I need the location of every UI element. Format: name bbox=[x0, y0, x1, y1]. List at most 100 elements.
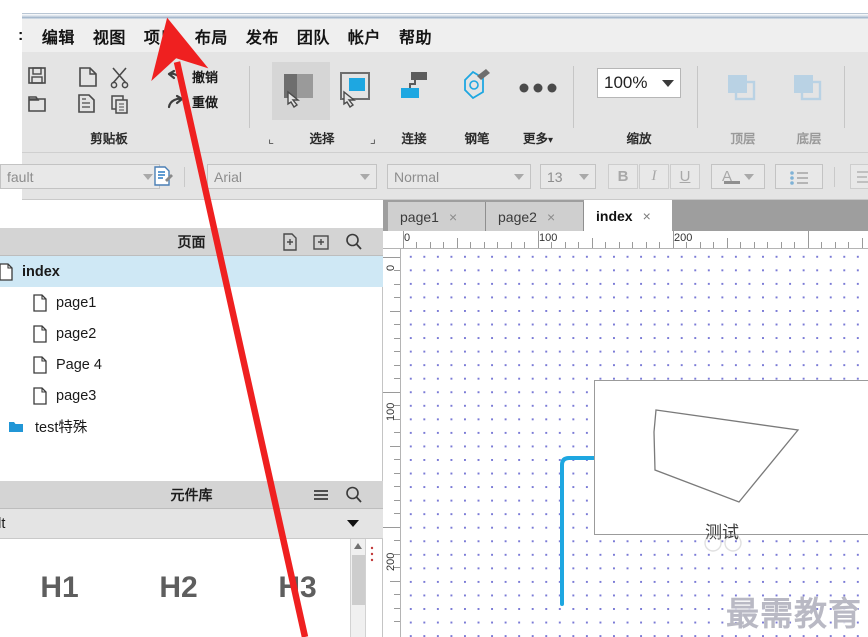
search-icon[interactable] bbox=[344, 485, 364, 505]
page-tree-item-page4[interactable]: Page 4 bbox=[0, 349, 383, 380]
font-size-select[interactable]: 13 bbox=[540, 164, 596, 189]
widget-panel-right-gutter bbox=[365, 539, 382, 637]
menu-help[interactable]: 帮助 bbox=[390, 21, 441, 51]
zoom-combobox[interactable]: 100% bbox=[597, 68, 681, 98]
chevron-down-icon[interactable] bbox=[662, 79, 674, 87]
bullet-list-button[interactable] bbox=[775, 164, 823, 189]
ribbon-separator-3 bbox=[697, 66, 698, 128]
add-page-icon[interactable] bbox=[280, 232, 300, 252]
widget-h1[interactable]: H1 bbox=[0, 571, 119, 605]
pen-icon[interactable] bbox=[462, 68, 494, 104]
scrollbar-thumb[interactable] bbox=[352, 555, 365, 605]
connect-group-label: 连接 bbox=[401, 132, 427, 146]
paste-options-icon[interactable] bbox=[77, 94, 101, 116]
ribbon-group-pen: 钢笔 bbox=[446, 52, 508, 153]
ribbon-separator-4 bbox=[844, 66, 845, 128]
menu-layout[interactable]: 布局 bbox=[186, 21, 237, 51]
menu-edit[interactable]: 编辑 bbox=[33, 21, 84, 51]
ribbon-group-back: 底层 bbox=[776, 52, 842, 153]
font-family-select[interactable]: Arial bbox=[207, 164, 377, 189]
page-tree-item-index[interactable]: index bbox=[0, 256, 383, 287]
select-tool-button[interactable] bbox=[272, 62, 330, 120]
font-color-button[interactable]: A bbox=[711, 164, 765, 189]
canvas-tab-index[interactable]: index × bbox=[584, 200, 672, 231]
copy-icon[interactable] bbox=[110, 94, 132, 116]
ribbon-group-connect: 连接 bbox=[380, 52, 448, 153]
watermark: 最需教育 bbox=[726, 594, 862, 633]
menu-publish[interactable]: 发布 bbox=[237, 21, 288, 51]
more-dots-icon[interactable] bbox=[517, 82, 559, 94]
menu-team[interactable]: 团队 bbox=[288, 21, 339, 51]
chevron-down-icon[interactable] bbox=[360, 173, 370, 180]
chevron-down-icon[interactable] bbox=[514, 173, 524, 180]
send-to-back-icon[interactable] bbox=[792, 74, 826, 104]
chevron-down-icon[interactable] bbox=[744, 173, 754, 180]
close-icon[interactable]: × bbox=[547, 209, 555, 225]
hamburger-icon[interactable] bbox=[311, 485, 331, 505]
page-tree-label: index bbox=[22, 263, 60, 280]
widget-style-select[interactable]: fault bbox=[0, 164, 160, 189]
page-tree-item-page3[interactable]: page3 bbox=[0, 380, 383, 411]
widget-library-select[interactable]: fault bbox=[0, 509, 383, 539]
close-icon[interactable]: × bbox=[449, 209, 457, 225]
more-label: 更多 bbox=[522, 132, 548, 146]
page-tree-item-page2[interactable]: page2 bbox=[0, 318, 383, 349]
font-family-value: Arial bbox=[214, 168, 243, 185]
design-canvas[interactable]: 测试 bbox=[401, 249, 868, 637]
canvas-tab-page1[interactable]: page1 × bbox=[388, 202, 486, 231]
add-folder-icon[interactable] bbox=[311, 232, 331, 252]
ribbon-group-clipboard: 剪贴板 bbox=[55, 52, 163, 153]
page-tree-item-test-folder[interactable]: test特殊 bbox=[0, 411, 383, 442]
style-divider-2 bbox=[834, 167, 835, 187]
more-caret-icon: ▾ bbox=[547, 135, 554, 146]
zoom-group-label: 缩放 bbox=[626, 132, 652, 146]
menu-project[interactable]: 项目 bbox=[135, 21, 186, 51]
style-edit-icon[interactable] bbox=[152, 166, 174, 188]
redo-label[interactable]: 重做 bbox=[192, 92, 218, 111]
search-icon[interactable] bbox=[344, 232, 364, 252]
horizontal-ruler: 0 100 200 bbox=[383, 231, 868, 249]
align-left-icon bbox=[857, 170, 868, 183]
cut-scissors-icon[interactable] bbox=[110, 66, 132, 89]
close-icon[interactable]: × bbox=[643, 208, 651, 224]
page-tree-item-page1[interactable]: page1 bbox=[0, 287, 383, 318]
menu-account[interactable]: 帐户 bbox=[339, 21, 390, 51]
ruler-h-label-0: 0 bbox=[404, 232, 411, 244]
style-toolbar: fault Arial Normal 13 B I U A bbox=[0, 153, 868, 200]
ribbon-separator-2 bbox=[573, 66, 574, 128]
bring-to-front-icon[interactable] bbox=[726, 74, 760, 104]
widget-library-value: fault bbox=[0, 515, 6, 532]
page-tree-label: page1 bbox=[56, 294, 97, 311]
more-group-label[interactable]: 更多▾ bbox=[504, 128, 572, 147]
widget-style-value: fault bbox=[7, 168, 34, 185]
scroll-up-icon[interactable] bbox=[354, 543, 362, 549]
bold-button[interactable]: B bbox=[608, 164, 638, 189]
vertical-ruler: 0 100 200 bbox=[383, 249, 401, 637]
redo-arrow-icon[interactable] bbox=[166, 94, 188, 111]
save-icon[interactable] bbox=[27, 66, 49, 86]
widget-list-scrollbar[interactable] bbox=[350, 539, 365, 637]
menu-view[interactable]: 视图 bbox=[84, 21, 135, 51]
undo-label[interactable]: 撤销 bbox=[192, 67, 218, 86]
underline-button[interactable]: U bbox=[670, 164, 700, 189]
zoom-value: 100% bbox=[604, 73, 648, 92]
canvas-tab-page2[interactable]: page2 × bbox=[486, 202, 584, 231]
widget-h2[interactable]: H2 bbox=[119, 571, 238, 605]
polygon-shape[interactable] bbox=[594, 380, 868, 535]
ribbon-group-zoom: 100% 缩放 bbox=[586, 52, 692, 153]
widget-list: H1 H2 H3 bbox=[0, 539, 383, 637]
font-weight-select[interactable]: Normal bbox=[387, 164, 531, 189]
align-button[interactable] bbox=[850, 164, 868, 189]
style-divider-1 bbox=[184, 167, 185, 187]
italic-button[interactable]: I bbox=[639, 164, 669, 189]
chevron-down-icon[interactable] bbox=[579, 173, 589, 180]
canvas-tabstrip: page1 × page2 × index × bbox=[383, 200, 868, 231]
open-folder-icon[interactable] bbox=[27, 94, 49, 114]
undo-arrow-icon[interactable] bbox=[166, 69, 188, 86]
widget-h3[interactable]: H3 bbox=[238, 571, 357, 605]
ruler-h-label-200: 200 bbox=[674, 232, 693, 244]
connect-icon[interactable] bbox=[397, 70, 431, 104]
paste-icon[interactable] bbox=[77, 66, 101, 88]
menu-file-clipped[interactable]: : bbox=[18, 24, 33, 48]
chevron-down-icon[interactable] bbox=[347, 520, 359, 527]
